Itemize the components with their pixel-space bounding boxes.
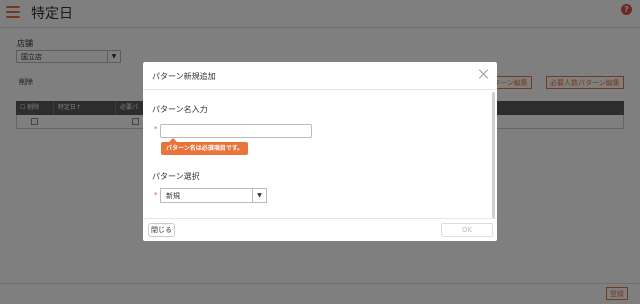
- dialog-footer: 閉じる OK: [143, 218, 497, 241]
- close-button[interactable]: 閉じる: [148, 223, 175, 237]
- validation-error: パターン名は必須項目です。: [161, 138, 249, 155]
- close-icon[interactable]: [479, 69, 489, 79]
- pattern-select-value: 新規: [166, 192, 180, 200]
- ok-button[interactable]: OK: [441, 223, 493, 237]
- pattern-select-label: パターン選択: [152, 172, 200, 181]
- scrollbar[interactable]: [492, 92, 495, 218]
- dialog-header: パターン新規追加: [143, 62, 497, 90]
- dialog-body: パターン名入力 * パターン名は必須項目です。 パターン選択 * 新規 ▼: [143, 91, 497, 217]
- pattern-add-dialog: パターン新規追加 パターン名入力 * パターン名は必須項目です。 パターン選択 …: [143, 62, 497, 241]
- required-mark: *: [154, 191, 158, 199]
- dialog-title: パターン新規追加: [152, 72, 216, 81]
- pattern-name-input[interactable]: [160, 124, 312, 138]
- pattern-name-label: パターン名入力: [152, 105, 208, 114]
- pattern-select[interactable]: 新規 ▼: [160, 188, 267, 203]
- chevron-down-icon[interactable]: ▼: [252, 189, 266, 202]
- required-mark: *: [154, 125, 158, 133]
